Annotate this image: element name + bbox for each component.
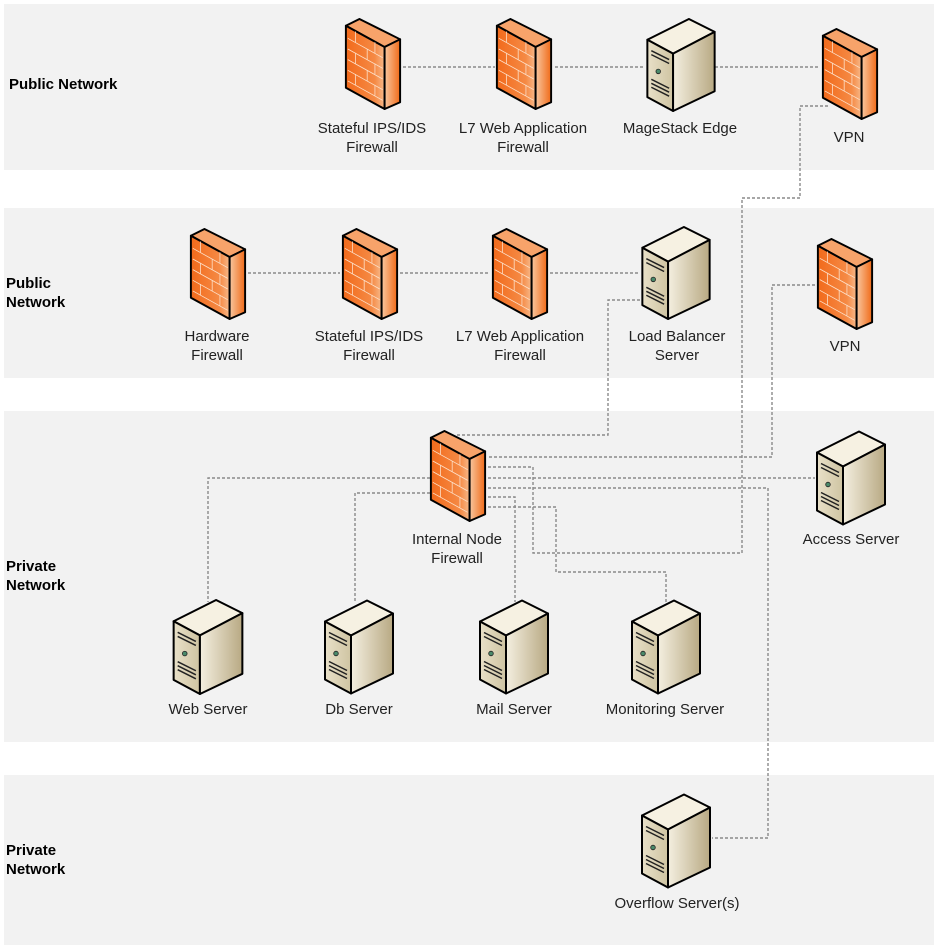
node-label: Overflow Server(s): [614, 895, 739, 912]
node-label: Access Server: [803, 531, 900, 548]
label-line: Firewall: [431, 550, 483, 567]
label-line: Stateful IPS/IDS: [315, 328, 423, 345]
label-line: Hardware: [184, 328, 249, 345]
label-line: Firewall: [343, 347, 395, 364]
label-line: Load Balancer: [629, 328, 726, 345]
node-label: Monitoring Server: [606, 701, 724, 718]
label-line: Monitoring Server: [606, 701, 724, 718]
label-line: Mail Server: [476, 701, 552, 718]
zone-public-network-1: [4, 4, 934, 170]
label-line: Private: [6, 842, 56, 859]
node-label: Db Server: [325, 701, 393, 718]
label-line: Public Network: [9, 76, 118, 93]
label-line: Public: [6, 275, 51, 292]
node-label: Web Server: [169, 701, 248, 718]
label-line: Firewall: [494, 347, 546, 364]
label-line: Db Server: [325, 701, 393, 718]
label-line: Access Server: [803, 531, 900, 548]
label-line: Firewall: [346, 139, 398, 156]
zone-public-network-2: [4, 208, 934, 378]
label-line: Firewall: [497, 139, 549, 156]
hardware-firewall[interactable]: Hardware Firewall: [184, 228, 250, 364]
network-diagram: Public Network Public Network Private Netw…: [4, 4, 934, 945]
label-line: MageStack Edge: [623, 120, 737, 137]
web-server[interactable]: Web Server: [169, 599, 248, 718]
node-label: Mail Server: [476, 701, 552, 718]
label-line: L7 Web Application: [456, 328, 584, 345]
zone-private-network-2: [4, 775, 934, 945]
node-label: VPN: [834, 129, 865, 146]
label-line: Server: [655, 347, 699, 364]
mail-server[interactable]: Mail Server: [476, 599, 552, 719]
label-line: VPN: [830, 338, 861, 355]
node-label: MageStack Edge: [623, 120, 737, 137]
label-line: L7 Web Application: [459, 120, 587, 137]
label-line: Network: [6, 861, 66, 878]
label-line: Network: [6, 577, 66, 594]
label-line: Web Server: [169, 701, 248, 718]
label-line: Private: [6, 558, 56, 575]
zone-label: Public Network: [9, 76, 118, 93]
label-line: VPN: [834, 129, 865, 146]
label-line: Overflow Server(s): [614, 895, 739, 912]
label-line: Internal Node: [412, 531, 502, 548]
label-line: Network: [6, 294, 66, 311]
node-label: VPN: [830, 338, 861, 355]
db-server[interactable]: Db Server: [323, 599, 395, 719]
label-line: Firewall: [191, 347, 243, 364]
label-line: Stateful IPS/IDS: [318, 120, 426, 137]
